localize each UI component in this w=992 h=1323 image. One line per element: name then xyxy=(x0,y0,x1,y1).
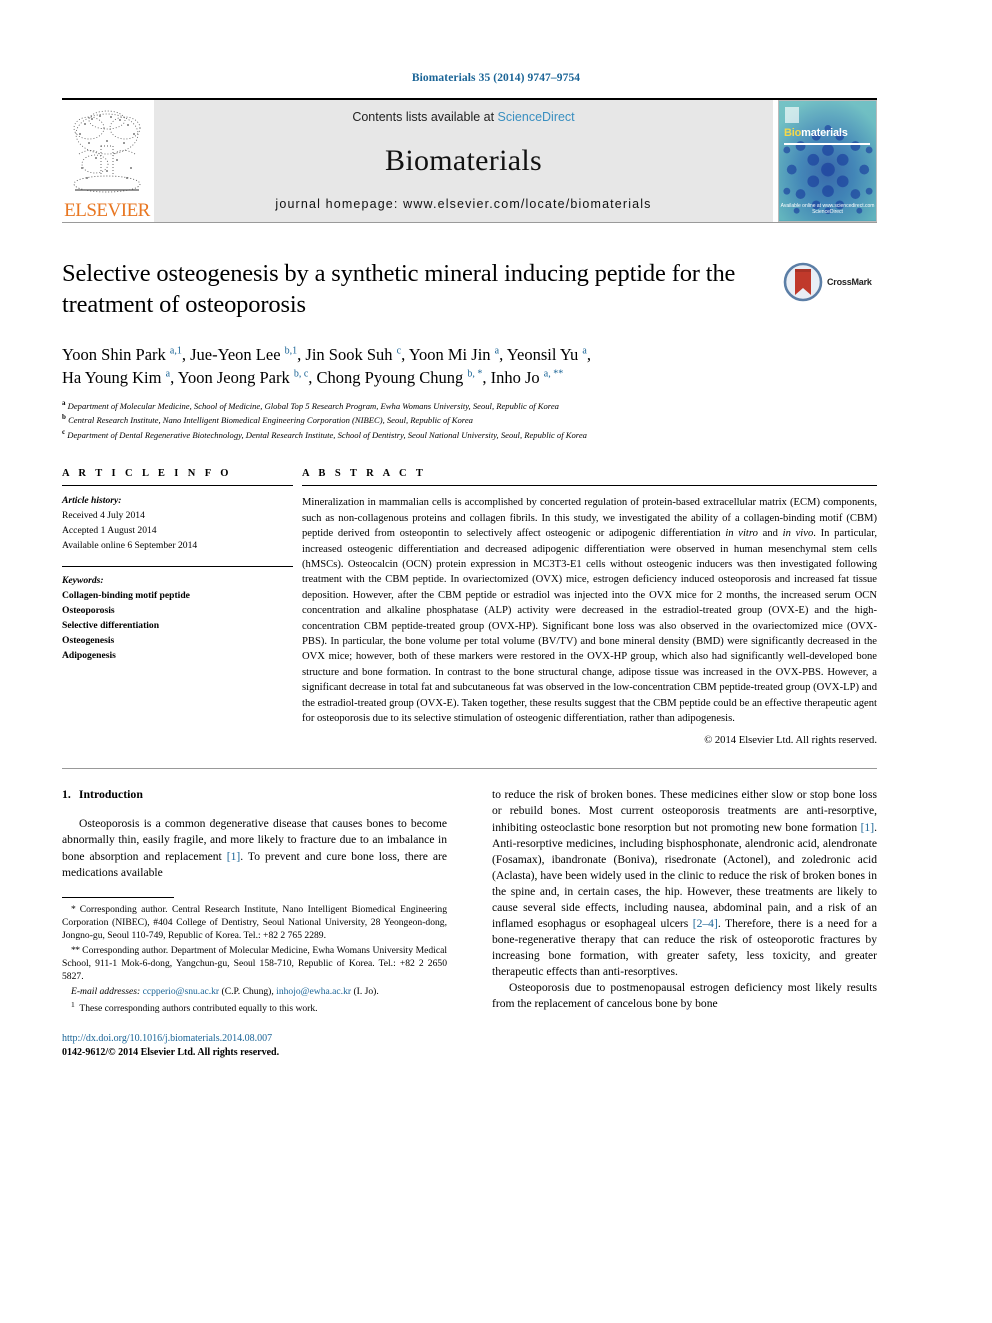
affiliations: a Department of Molecular Medicine, Scho… xyxy=(62,398,877,443)
affiliation-mark-a: a xyxy=(62,398,66,407)
cover-footer: Available online at www.sciencedirect.co… xyxy=(779,203,876,216)
cover-footer-line1: Available online at www.sciencedirect.co… xyxy=(780,202,875,209)
journal-homepage-link[interactable]: journal homepage: www.elsevier.com/locat… xyxy=(275,197,651,211)
keyword-item: Adipogenesis xyxy=(62,649,116,661)
masthead-bottom-rule xyxy=(62,222,877,223)
page-title: Selective osteogenesis by a synthetic mi… xyxy=(62,260,736,318)
keywords-rule xyxy=(62,565,293,567)
intro-paragraph-1: Osteoporosis is a common degenerative di… xyxy=(62,817,447,879)
email-owner-2: (I. Jo). xyxy=(353,986,379,998)
history-received: Received 4 July 2014 xyxy=(62,510,145,522)
title-block: Selective osteogenesis by a synthetic mi… xyxy=(62,259,877,442)
intro-paragraph-1-continued: to reduce the risk of broken bones. Thes… xyxy=(492,788,878,978)
cover-title-materials: materials xyxy=(801,127,848,139)
corresponding-author-2: ** Corresponding author. Department of M… xyxy=(62,944,447,983)
cover-title-bio: Bio xyxy=(784,127,802,139)
abstract-heading: A B S T R A C T xyxy=(302,468,427,480)
info-abstract-region: A R T I C L E I N F O Article history: R… xyxy=(62,468,877,746)
email-addresses-line: E-mail addresses: ccpperio@snu.ac.kr (C.… xyxy=(71,986,379,998)
crossmark-badge[interactable]: CrossMark xyxy=(783,261,877,303)
article-info-rule xyxy=(62,485,293,487)
keyword-item: Osteogenesis xyxy=(62,634,115,646)
footnote-rule xyxy=(62,896,174,898)
email-owner-1: (C.P. Chung) xyxy=(221,986,272,998)
elsevier-tree-icon xyxy=(73,110,141,193)
body-columns: 1. Introduction Osteoporosis is a common … xyxy=(62,787,877,1060)
masthead-center: Contents lists available at ScienceDirec… xyxy=(154,100,773,222)
abstract-text: Mineralization in mammalian cells is acc… xyxy=(302,497,877,725)
elsevier-logo: ELSEVIER xyxy=(62,100,152,222)
author-line-2: Ha Young Kim a, Yoon Jeong Park b, c, Ch… xyxy=(62,368,564,388)
keyword-item: Selective differentiation xyxy=(62,619,160,631)
journal-title: Biomaterials xyxy=(385,143,542,177)
elsevier-wordmark: ELSEVIER xyxy=(64,200,150,221)
section-title: Introduction xyxy=(78,787,143,802)
sciencedirect-link[interactable]: ScienceDirect xyxy=(498,110,575,124)
email-link-2[interactable]: inhojo@ewha.ac.kr xyxy=(276,986,351,997)
article-info-column: A R T I C L E I N F O Article history: R… xyxy=(62,468,302,746)
cover-footer-line2: ScienceDirect xyxy=(812,208,843,215)
affiliation-b: b Central Research Institute, Nano Intel… xyxy=(62,412,877,427)
cover-title: Biomaterials xyxy=(784,127,848,139)
affiliation-mark-b: b xyxy=(62,413,66,422)
keyword-item: Collagen-binding motif peptide xyxy=(62,589,190,601)
cover-elsevier-mark xyxy=(785,107,799,123)
affiliation-a: a Department of Molecular Medicine, Scho… xyxy=(62,398,877,413)
keywords-block: Keywords: Collagen-binding motif peptide… xyxy=(62,574,302,664)
doi-link[interactable]: http://dx.doi.org/10.1016/j.biomaterials… xyxy=(62,1032,447,1047)
doi-footer: http://dx.doi.org/10.1016/j.biomaterials… xyxy=(62,1032,447,1061)
equal-contribution-note: 1 These corresponding authors contribute… xyxy=(71,1000,318,1015)
author-list: Yoon Shin Park a,1, Jue-Yeon Lee b,1, Ji… xyxy=(62,343,852,390)
history-accepted: Accepted 1 August 2014 xyxy=(62,525,157,537)
crossmark-icon xyxy=(783,262,823,302)
abstract-column: A B S T R A C T Mineralization in mammal… xyxy=(302,468,877,746)
abstract-copyright: © 2014 Elsevier Ltd. All rights reserved… xyxy=(704,735,877,747)
body-right-column: to reduce the risk of broken bones. Thes… xyxy=(492,787,877,1060)
keywords-label: Keywords: xyxy=(62,574,104,586)
footnotes-block: * Corresponding author. Central Research… xyxy=(62,903,447,1016)
article-history: Article history: Received 4 July 2014 Ac… xyxy=(62,494,302,553)
cover-underline xyxy=(784,143,870,145)
intro-paragraph-2: Osteoporosis due to postmenopausal estro… xyxy=(492,980,877,1011)
email-link-1[interactable]: ccpperio@snu.ac.kr xyxy=(143,986,220,997)
journal-masthead: ELSEVIER Contents lists available at Sci… xyxy=(62,98,930,223)
corresponding-author-1: * Corresponding author. Central Research… xyxy=(62,903,447,941)
affiliation-mark-c: c xyxy=(62,428,66,437)
author-line-1: Yoon Shin Park a,1, Jue-Yeon Lee b,1, Ji… xyxy=(62,344,591,364)
contents-available-line: Contents lists available at ScienceDirec… xyxy=(352,110,574,124)
history-online: Available online 6 September 2014 xyxy=(62,539,198,551)
section-heading-introduction: 1. Introduction xyxy=(62,787,447,802)
body-left-column: 1. Introduction Osteoporosis is a common … xyxy=(62,787,447,1060)
affiliation-text-b: Central Research Institute, Nano Intelli… xyxy=(68,415,473,426)
article-info-heading: A R T I C L E I N F O xyxy=(62,468,232,480)
journal-cover-thumbnail[interactable]: Biomaterials Available online at www.sci… xyxy=(778,100,877,222)
section-number: 1. xyxy=(62,787,71,802)
issn-copyright-line: 0142-9612/© 2014 Elsevier Ltd. All right… xyxy=(62,1047,280,1059)
abstract-rule xyxy=(302,485,877,487)
crossmark-label: CrossMark xyxy=(827,277,872,287)
affiliation-text-a: Department of Molecular Medicine, School… xyxy=(67,400,559,411)
contents-prefix: Contents lists available at xyxy=(352,110,498,124)
affiliation-c: c Department of Dental Regenerative Biot… xyxy=(62,427,877,442)
keyword-item: Osteoporosis xyxy=(62,604,115,616)
article-history-label: Article history: xyxy=(62,495,122,507)
affiliation-text-c: Department of Dental Regenerative Biotec… xyxy=(67,430,587,441)
running-head: Biomaterials 35 (2014) 9747–9754 xyxy=(411,72,581,84)
body-separator-rule xyxy=(62,768,877,770)
email-label: E-mail addresses: xyxy=(71,986,141,998)
paper-page: Biomaterials 35 (2014) 9747–9754 ELSEVIE… xyxy=(0,0,992,1323)
